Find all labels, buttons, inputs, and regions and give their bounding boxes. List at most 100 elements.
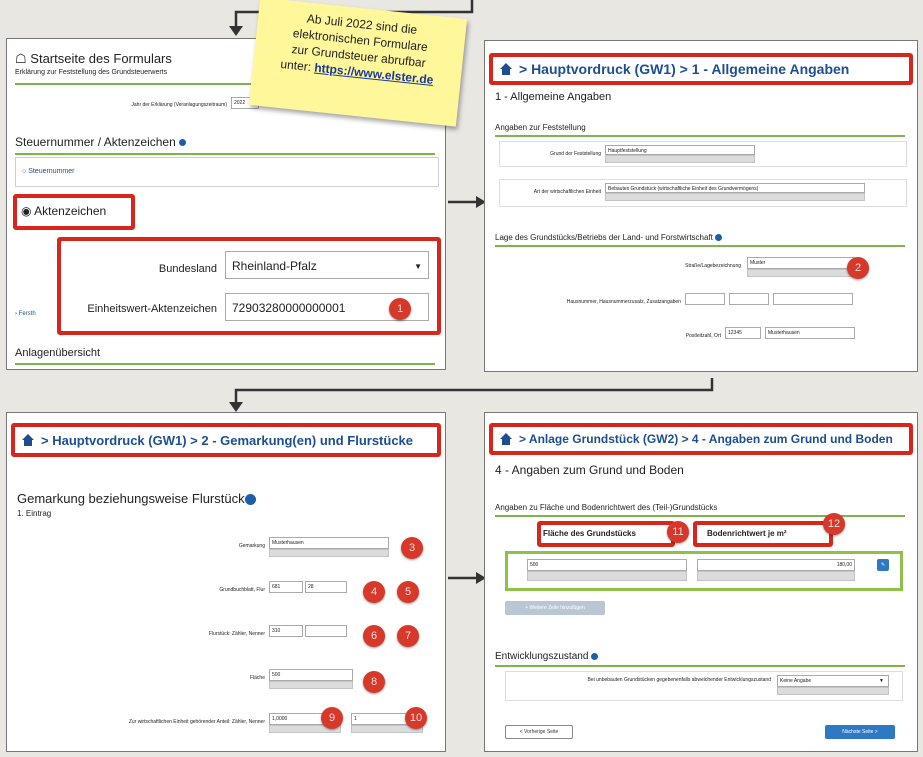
strasse-field[interactable]: Muster bbox=[747, 257, 855, 269]
chevron-down-icon: ▼ bbox=[879, 678, 884, 684]
marker-5: 5 bbox=[397, 581, 419, 603]
grundbuch-field[interactable]: 681 bbox=[269, 581, 303, 593]
nenner-field[interactable] bbox=[305, 625, 347, 637]
ewaz-label: Einheitswert-Aktenzeichen bbox=[87, 303, 217, 315]
strasse-hint bbox=[747, 269, 855, 277]
sticky-note: Ab Juli 2022 sind die elektronischen For… bbox=[248, 0, 468, 127]
art-label: Art der wirtschaftlichen Einheit bbox=[533, 189, 601, 195]
section-entwicklung-text: Entwicklungszustand bbox=[495, 651, 589, 662]
entwicklung-label: Bei unbebauten Grundstücken gegebenenfal… bbox=[587, 677, 771, 683]
marker-11: 11 bbox=[667, 521, 689, 543]
entwicklung-select[interactable]: Keine Angabe ▼ bbox=[777, 675, 889, 687]
flurstueck-label: Flurstück: Zähler, Nenner bbox=[208, 631, 265, 637]
divider bbox=[15, 153, 435, 155]
prev-page-button[interactable]: < Vorherige Seite bbox=[505, 725, 573, 739]
grund-select[interactable]: Hauptfeststellung bbox=[605, 145, 755, 155]
bodenrichtwert-hint bbox=[697, 571, 855, 581]
divider bbox=[495, 245, 905, 247]
divider bbox=[495, 665, 905, 667]
hausnr-zusatz-field[interactable] bbox=[729, 293, 769, 305]
radio-aktenzeichen[interactable]: ◉ Aktenzeichen bbox=[21, 204, 106, 218]
col-bodenrichtwert: Bodenrichtwert je m² bbox=[707, 529, 787, 538]
radio-steuernummer[interactable]: ○ Steuernummer bbox=[22, 168, 74, 175]
flur-field[interactable]: 28 bbox=[305, 581, 347, 593]
marker-7: 7 bbox=[397, 625, 419, 647]
ort-field[interactable]: Musterhausen bbox=[765, 327, 855, 339]
gemarkung-hint bbox=[269, 549, 389, 557]
zaehler-field[interactable]: 310 bbox=[269, 625, 303, 637]
bundesland-value: Rheinland-Pfalz bbox=[232, 259, 317, 273]
info-icon[interactable] bbox=[244, 494, 256, 506]
flaeche-field[interactable]: 500 bbox=[269, 669, 353, 681]
radio-aktenzeichen-label: Aktenzeichen bbox=[34, 204, 107, 218]
link-fersth[interactable]: › Fersth bbox=[15, 311, 36, 317]
section-title: 1 - Allgemeine Angaben bbox=[495, 91, 612, 103]
breadcrumb-text: > Anlage Grundstück (GW2) > 4 - Angaben … bbox=[519, 432, 893, 446]
plz-field[interactable]: 12345 bbox=[725, 327, 761, 339]
breadcrumb-text: > Hauptvordruck (GW1) > 2 - Gemarkung(en… bbox=[41, 432, 414, 448]
section-heading: Steuernummer / Aktenzeichen bbox=[15, 135, 176, 149]
sticky-prefix: unter: bbox=[279, 56, 316, 75]
year-label: Jahr der Erklärung (Veranlagungszeitraum… bbox=[131, 102, 227, 108]
divider bbox=[15, 363, 435, 365]
marker-8: 8 bbox=[363, 671, 385, 693]
info-icon[interactable] bbox=[179, 139, 187, 147]
page-title: ☖ Startseite des Formulars bbox=[15, 51, 172, 67]
strasse-label: Straße/Lagebezeichnung bbox=[685, 263, 741, 269]
flaeche-hint bbox=[269, 681, 353, 689]
section-lage-text: Lage des Grundstücks/Betriebs der Land- … bbox=[495, 233, 713, 242]
hausnr-label: Hausnummer, Hausnummerzusatz, Zusatzanga… bbox=[566, 299, 681, 305]
divider bbox=[495, 135, 905, 137]
radio-steuernummer-row[interactable]: ○ Steuernummer bbox=[15, 157, 439, 187]
bundesland-label: Bundesland bbox=[158, 263, 217, 275]
grund-label: Grund der Feststellung bbox=[550, 151, 601, 157]
bodenrichtwert-field[interactable]: 180,00 bbox=[697, 559, 855, 571]
col-flaeche: Fläche des Grundstücks bbox=[543, 529, 636, 538]
panel-gemarkung: > Hauptvordruck (GW1) > 2 - Gemarkung(en… bbox=[6, 412, 446, 752]
section-title: 4 - Angaben zum Grund und Boden bbox=[495, 463, 684, 477]
home-icon[interactable] bbox=[21, 433, 35, 447]
section-lage: Lage des Grundstücks/Betriebs der Land- … bbox=[495, 233, 723, 242]
info-icon[interactable] bbox=[715, 234, 723, 242]
flaeche-hint bbox=[527, 571, 687, 581]
edit-icon[interactable]: ✎ bbox=[877, 559, 889, 571]
entwicklung-hint bbox=[777, 687, 889, 695]
flaeche-label: Fläche bbox=[249, 675, 265, 681]
section-steuernummer: Steuernummer / Aktenzeichen bbox=[15, 135, 187, 149]
section-anlagen: Anlagenübersicht bbox=[15, 347, 101, 359]
page-title-text: Startseite des Formulars bbox=[30, 51, 172, 66]
radio-steuernummer-label: Steuernummer bbox=[28, 168, 75, 175]
info-icon[interactable] bbox=[591, 652, 599, 660]
divider bbox=[495, 515, 905, 517]
add-row-button[interactable]: + Weitere Zeile hinzufügen bbox=[505, 601, 605, 615]
art-hint bbox=[605, 193, 865, 201]
link-fersth-text: Fersth bbox=[18, 311, 36, 317]
next-page-button[interactable]: Nächste Seite > bbox=[825, 725, 895, 739]
grund-hint bbox=[605, 155, 755, 163]
hausnr-field[interactable] bbox=[685, 293, 725, 305]
bundesland-select[interactable]: Rheinland-Pfalz ▼ bbox=[225, 251, 429, 279]
marker-1: 1 bbox=[389, 298, 411, 320]
marker-9: 9 bbox=[321, 707, 343, 729]
plz-label: Postleitzahl, Ort bbox=[685, 333, 721, 339]
chevron-down-icon: ▼ bbox=[414, 262, 422, 271]
entry-label: 1. Eintrag bbox=[17, 509, 52, 518]
marker-12: 12 bbox=[823, 513, 845, 535]
entwicklung-value: Keine Angabe bbox=[780, 678, 812, 684]
panel-grund-boden: > Anlage Grundstück (GW2) > 4 - Angaben … bbox=[484, 412, 918, 752]
flaeche-field[interactable]: 500 bbox=[527, 559, 687, 571]
marker-4: 4 bbox=[363, 581, 385, 603]
gemarkung-label: Gemarkung bbox=[238, 543, 265, 549]
gemarkung-field[interactable]: Musterhausen bbox=[269, 537, 389, 549]
art-select[interactable]: Bebautes Grundstück (wirtschaftliche Ein… bbox=[605, 183, 865, 193]
home-icon[interactable] bbox=[499, 62, 513, 76]
marker-6: 6 bbox=[363, 625, 385, 647]
breadcrumb-text: > Hauptvordruck (GW1) > 1 - Allgemeine A… bbox=[519, 61, 850, 77]
marker-2: 2 bbox=[847, 257, 869, 279]
zusatzangaben-field[interactable] bbox=[773, 293, 853, 305]
panel-allgemeine-angaben: > Hauptvordruck (GW1) > 1 - Allgemeine A… bbox=[484, 40, 918, 372]
home-icon[interactable] bbox=[499, 432, 513, 446]
home-icon: ☖ bbox=[15, 51, 27, 66]
section-title-text: Gemarkung beziehungsweise Flurstück bbox=[17, 491, 245, 506]
breadcrumb-gw1-2: > Hauptvordruck (GW1) > 2 - Gemarkung(en… bbox=[11, 423, 441, 457]
